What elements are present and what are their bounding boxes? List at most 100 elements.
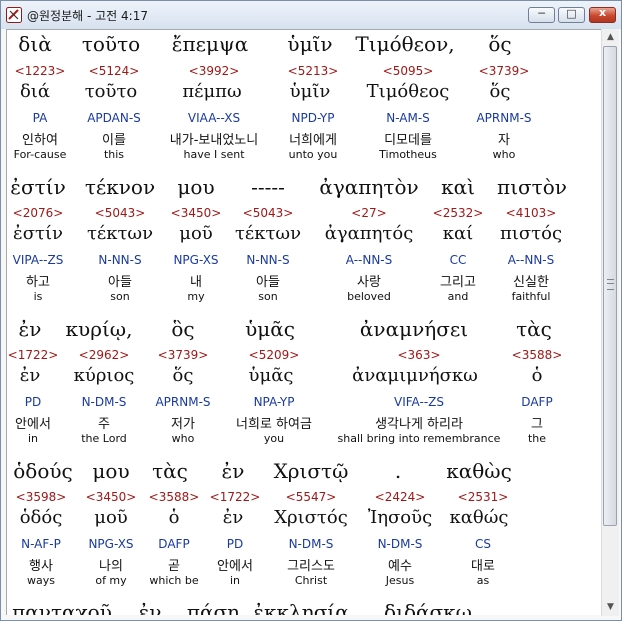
strongs-number[interactable]: <1722>	[8, 348, 59, 362]
greek-word[interactable]: ὃς	[171, 317, 194, 341]
lemma: ὑμᾶς	[248, 365, 294, 386]
greek-word[interactable]: Τιμόθεον,	[355, 32, 454, 56]
strongs-number[interactable]: <1722>	[210, 490, 261, 504]
english-gloss: in	[229, 574, 241, 587]
greek-word[interactable]: ὁδούς	[13, 459, 72, 483]
greek-word[interactable]: πιστὸν	[497, 175, 567, 199]
greek-word[interactable]: ἐν	[222, 459, 245, 483]
english-gloss: the Lord	[81, 432, 127, 445]
parsing-code: CC	[449, 253, 467, 267]
strongs-number[interactable]: <3450>	[86, 490, 137, 504]
greek-word[interactable]: μου	[92, 459, 129, 483]
lemma: Χριστός	[274, 507, 348, 528]
lemma: ὑμῖν	[289, 81, 331, 102]
english-gloss: my	[187, 290, 205, 303]
greek-word[interactable]: τὰς	[516, 317, 552, 341]
strongs-number[interactable]: <363>	[397, 348, 440, 362]
greek-word[interactable]: ὑμᾶς	[245, 317, 295, 341]
korean-gloss: 안에서	[217, 559, 253, 574]
parsing-code: N-NN-S	[98, 253, 142, 267]
lemma: ὁ	[168, 507, 180, 528]
greek-word[interactable]: ἐκκλησίᾳ	[253, 600, 348, 615]
strongs-number[interactable]: <1223>	[15, 64, 66, 78]
strongs-number[interactable]: <2532>	[433, 206, 484, 220]
strongs-number[interactable]: <4103>	[506, 206, 557, 220]
strongs-number[interactable]: <5043>	[95, 206, 146, 220]
strongs-number[interactable]: <5209>	[249, 348, 300, 362]
close-button[interactable]: x	[589, 6, 616, 23]
greek-word[interactable]: πανταχοῦ	[12, 600, 112, 615]
strongs-number[interactable]: <5213>	[288, 64, 339, 78]
parsing-code: VIFA--ZS	[394, 395, 444, 409]
greek-word[interactable]: ὅς	[488, 32, 511, 56]
title-bar[interactable]: @원정분해 - 고전 4:17 ─ □ x	[1, 1, 621, 29]
strongs-number[interactable]: <27>	[351, 206, 386, 220]
greek-word[interactable]: κυρίῳ,	[66, 317, 133, 341]
minimize-button[interactable]: ─	[528, 7, 555, 23]
scroll-up-arrow-icon[interactable]: ▲	[602, 29, 619, 46]
lemma: Ἰησοῦς	[367, 507, 433, 528]
parsing-code: N-DM-S	[377, 537, 423, 551]
greek-word[interactable]: ἐν	[139, 600, 162, 615]
greek-word[interactable]: ἔπεμψα	[172, 32, 248, 56]
english-gloss: as	[476, 574, 490, 587]
greek-word[interactable]: καθὼς	[446, 459, 512, 483]
lemma: τέκτων	[234, 223, 302, 244]
greek-word[interactable]: ἐν	[19, 317, 42, 341]
english-gloss: Timotheus	[379, 148, 437, 161]
parsing-code: VIPA--ZS	[12, 253, 64, 267]
app-icon	[6, 7, 22, 23]
lemma: μοῦ	[179, 223, 213, 244]
greek-word[interactable]: ὑμῖν	[287, 32, 332, 56]
greek-word[interactable]: Χριστῷ	[274, 459, 349, 483]
parsing-code: APRNM-S	[476, 111, 532, 125]
greek-word[interactable]: .	[395, 459, 401, 483]
interlinear-view[interactable]: διὰ <1223> διά PA 인하여 For-cause τοῦτο <5…	[6, 29, 601, 615]
greek-word[interactable]: -----	[251, 175, 285, 199]
greek-word[interactable]: τὰς	[152, 459, 188, 483]
greek-word[interactable]: τοῦτο	[82, 32, 140, 56]
parsing-code: N-NN-S	[246, 253, 290, 267]
english-gloss: shall bring into remembrance	[337, 432, 501, 445]
korean-gloss: 자	[498, 133, 510, 148]
strongs-number[interactable]: <3598>	[16, 490, 67, 504]
greek-word[interactable]: διὰ	[18, 32, 51, 56]
strongs-number[interactable]: <2076>	[13, 206, 64, 220]
english-gloss: ways	[27, 574, 55, 587]
parsing-code: NPG-XS	[173, 253, 219, 267]
greek-word[interactable]: ἀναμνήσει	[360, 317, 468, 341]
korean-gloss: 내	[190, 275, 202, 290]
greek-word[interactable]: μου	[177, 175, 214, 199]
strongs-number[interactable]: <3588>	[512, 348, 563, 362]
greek-word[interactable]: ἀγαπητὸν	[319, 175, 418, 199]
strongs-number[interactable]: <5043>	[243, 206, 294, 220]
greek-word[interactable]: ἐστίν	[10, 175, 65, 199]
vertical-scrollbar[interactable]: ▲ ▼	[601, 29, 619, 616]
parsing-code: PA	[32, 111, 48, 125]
strongs-number[interactable]: <5095>	[383, 64, 434, 78]
greek-word[interactable]: τέκνον	[85, 175, 155, 199]
english-gloss: of my	[95, 574, 127, 587]
strongs-number[interactable]: <2962>	[79, 348, 130, 362]
parsing-code: VIAA--XS	[187, 111, 241, 125]
english-gloss: faithful	[511, 290, 551, 303]
strongs-number[interactable]: <2531>	[458, 490, 509, 504]
english-gloss: and	[447, 290, 469, 303]
strongs-number[interactable]: <3450>	[171, 206, 222, 220]
strongs-number[interactable]: <2424>	[375, 490, 426, 504]
greek-word[interactable]: πάσῃ	[187, 600, 239, 615]
strongs-number[interactable]: <3588>	[149, 490, 200, 504]
scroll-down-arrow-icon[interactable]: ▼	[602, 599, 619, 616]
maximize-button[interactable]: □	[558, 7, 585, 23]
greek-word[interactable]: διδάσκω	[384, 600, 472, 615]
strongs-number[interactable]: <5124>	[89, 64, 140, 78]
lemma: ὁδός	[19, 507, 63, 528]
strongs-number[interactable]: <3739>	[158, 348, 209, 362]
strongs-number[interactable]: <5547>	[286, 490, 337, 504]
greek-word[interactable]: καὶ	[441, 175, 475, 199]
scrollbar-thumb[interactable]	[603, 46, 617, 526]
strongs-number[interactable]: <3739>	[479, 64, 530, 78]
strongs-number[interactable]: <3992>	[189, 64, 240, 78]
korean-gloss: 주	[98, 417, 110, 432]
korean-gloss: 그리고	[440, 275, 476, 290]
